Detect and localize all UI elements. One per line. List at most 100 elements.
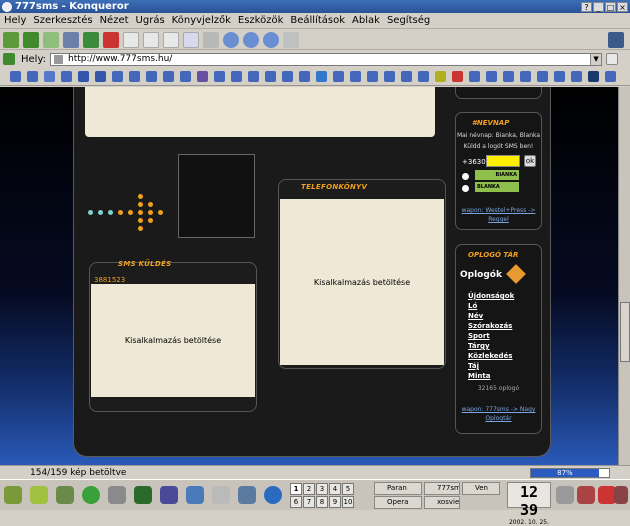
menu-settings[interactable]: Beállítások	[290, 15, 345, 26]
category-link[interactable]: Szórakozás	[468, 321, 514, 331]
bookmark-26-icon[interactable]	[435, 71, 446, 82]
menu-view[interactable]: Nézet	[100, 15, 129, 26]
konqueror-app-icon[interactable]	[2, 1, 12, 12]
bookmark-1-icon[interactable]	[10, 71, 21, 82]
vertical-scrollbar[interactable]	[618, 87, 630, 465]
lock-icon[interactable]	[283, 31, 299, 48]
go-icon[interactable]	[606, 53, 619, 65]
category-link[interactable]: Táj	[468, 361, 514, 371]
bookmark-7-icon[interactable]	[112, 71, 123, 82]
launcher-8-icon[interactable]	[186, 486, 204, 504]
desktop-4[interactable]: 4	[329, 483, 341, 495]
clock[interactable]: 12 39 2002. 10. 25.	[507, 482, 551, 526]
copy-icon[interactable]	[143, 31, 159, 48]
bookmark-6-icon[interactable]	[95, 71, 106, 82]
nameday-provider-link-2[interactable]: Reggel	[456, 216, 541, 223]
desktop-6[interactable]: 6	[290, 496, 302, 508]
bookmark-36-icon[interactable]	[605, 71, 616, 82]
minimize-button[interactable]: _	[593, 1, 604, 12]
desktop-3[interactable]: 3	[316, 483, 328, 495]
bookmark-8-icon[interactable]	[129, 71, 140, 82]
bookmark-32-icon[interactable]	[537, 71, 548, 82]
bookmark-33-icon[interactable]	[554, 71, 565, 82]
lock-screen-icon[interactable]	[556, 486, 574, 504]
menu-go[interactable]: Ugrás	[136, 15, 165, 26]
desktop-8[interactable]: 8	[316, 496, 328, 508]
tray-1-icon[interactable]	[577, 486, 595, 504]
back-icon[interactable]	[23, 31, 39, 48]
cut-icon[interactable]	[123, 31, 139, 48]
bookmark-13-icon[interactable]	[214, 71, 225, 82]
menu-location[interactable]: Hely	[4, 15, 26, 26]
launcher-7-icon[interactable]	[160, 486, 178, 504]
category-link[interactable]: Újdonságok	[468, 291, 514, 301]
menu-bookmarks[interactable]: Könyvjelzők	[172, 15, 231, 26]
desktop-5[interactable]: 5	[342, 483, 354, 495]
logo-shop-provider-link[interactable]: wapon: 777sms -> Nagy	[456, 406, 541, 413]
task-paran[interactable]: Paran	[374, 482, 422, 495]
bookmark-15-icon[interactable]	[248, 71, 259, 82]
find-page-icon[interactable]	[183, 31, 199, 48]
logo-shop-provider-link-2[interactable]: Oplogtár	[456, 415, 541, 422]
bookmark-19-icon[interactable]	[316, 71, 327, 82]
menu-window[interactable]: Ablak	[352, 15, 380, 26]
bookmark-18-icon[interactable]	[299, 71, 310, 82]
menu-tools[interactable]: Eszközök	[238, 15, 284, 26]
bookmark-27-icon[interactable]	[452, 71, 463, 82]
task-opera[interactable]: Opera	[374, 496, 422, 509]
close-button[interactable]: ×	[617, 1, 628, 12]
window-title-bar[interactable]: 777sms - Konqueror ? _ □ ×	[0, 0, 630, 13]
menu-edit[interactable]: Szerkesztés	[33, 15, 92, 26]
desktop-10[interactable]: 10	[342, 496, 354, 508]
logo-option-2-radio[interactable]	[462, 185, 469, 192]
phonebook-applet[interactable]: Kisalkalmazás betöltése	[280, 199, 444, 365]
bookmark-31-icon[interactable]	[520, 71, 531, 82]
bookmark-12-icon[interactable]	[197, 71, 208, 82]
clear-location-icon[interactable]	[3, 53, 15, 65]
zoom-out-icon[interactable]	[263, 31, 279, 48]
home-icon[interactable]	[63, 31, 79, 48]
launcher-4-icon[interactable]	[82, 486, 100, 504]
bookmark-23-icon[interactable]	[384, 71, 395, 82]
launcher-5-icon[interactable]	[108, 486, 126, 504]
launcher-6-icon[interactable]	[134, 486, 152, 504]
stop-icon[interactable]	[103, 31, 119, 48]
desktop-9[interactable]: 9	[329, 496, 341, 508]
bookmark-25-icon[interactable]	[418, 71, 429, 82]
find-icon[interactable]	[223, 31, 239, 48]
bookmark-3-icon[interactable]	[44, 71, 55, 82]
bookmark-29-icon[interactable]	[486, 71, 497, 82]
maximize-button[interactable]: □	[605, 1, 616, 12]
bookmark-11-icon[interactable]	[180, 71, 191, 82]
launcher-9-icon[interactable]	[212, 486, 230, 504]
help-button[interactable]: ?	[581, 1, 592, 12]
kde-menu-icon[interactable]	[4, 486, 22, 504]
category-link[interactable]: Tárgy	[468, 341, 514, 351]
task-ven[interactable]: Ven	[462, 482, 500, 495]
category-link[interactable]: Minta	[468, 371, 514, 381]
desktop-2[interactable]: 2	[303, 483, 315, 495]
category-link[interactable]: Ló	[468, 301, 514, 311]
bookmark-21-icon[interactable]	[350, 71, 361, 82]
category-link[interactable]: Sport	[468, 331, 514, 341]
bookmark-9-icon[interactable]	[146, 71, 157, 82]
phone-number-input[interactable]	[486, 155, 520, 167]
zoom-in-icon[interactable]	[243, 31, 259, 48]
menu-help[interactable]: Segítség	[387, 15, 430, 26]
scrollbar-thumb[interactable]	[620, 302, 630, 362]
bookmark-35-icon[interactable]	[588, 71, 599, 82]
bookmark-5-icon[interactable]	[78, 71, 89, 82]
forward-icon[interactable]	[43, 31, 59, 48]
print-icon[interactable]	[203, 31, 219, 48]
task-xosview[interactable]: xosview	[424, 496, 460, 509]
category-link[interactable]: Közlekedés	[468, 351, 514, 361]
paste-icon[interactable]	[163, 31, 179, 48]
bookmark-30-icon[interactable]	[503, 71, 514, 82]
bookmark-24-icon[interactable]	[401, 71, 412, 82]
category-link[interactable]: Név	[468, 311, 514, 321]
url-input[interactable]: http://www.777sms.hu/ ▼	[50, 52, 603, 66]
logo-option-1-radio[interactable]	[462, 173, 469, 180]
bookmark-28-icon[interactable]	[469, 71, 480, 82]
globe-icon[interactable]	[264, 486, 282, 504]
url-dropdown-icon[interactable]: ▼	[590, 53, 602, 65]
